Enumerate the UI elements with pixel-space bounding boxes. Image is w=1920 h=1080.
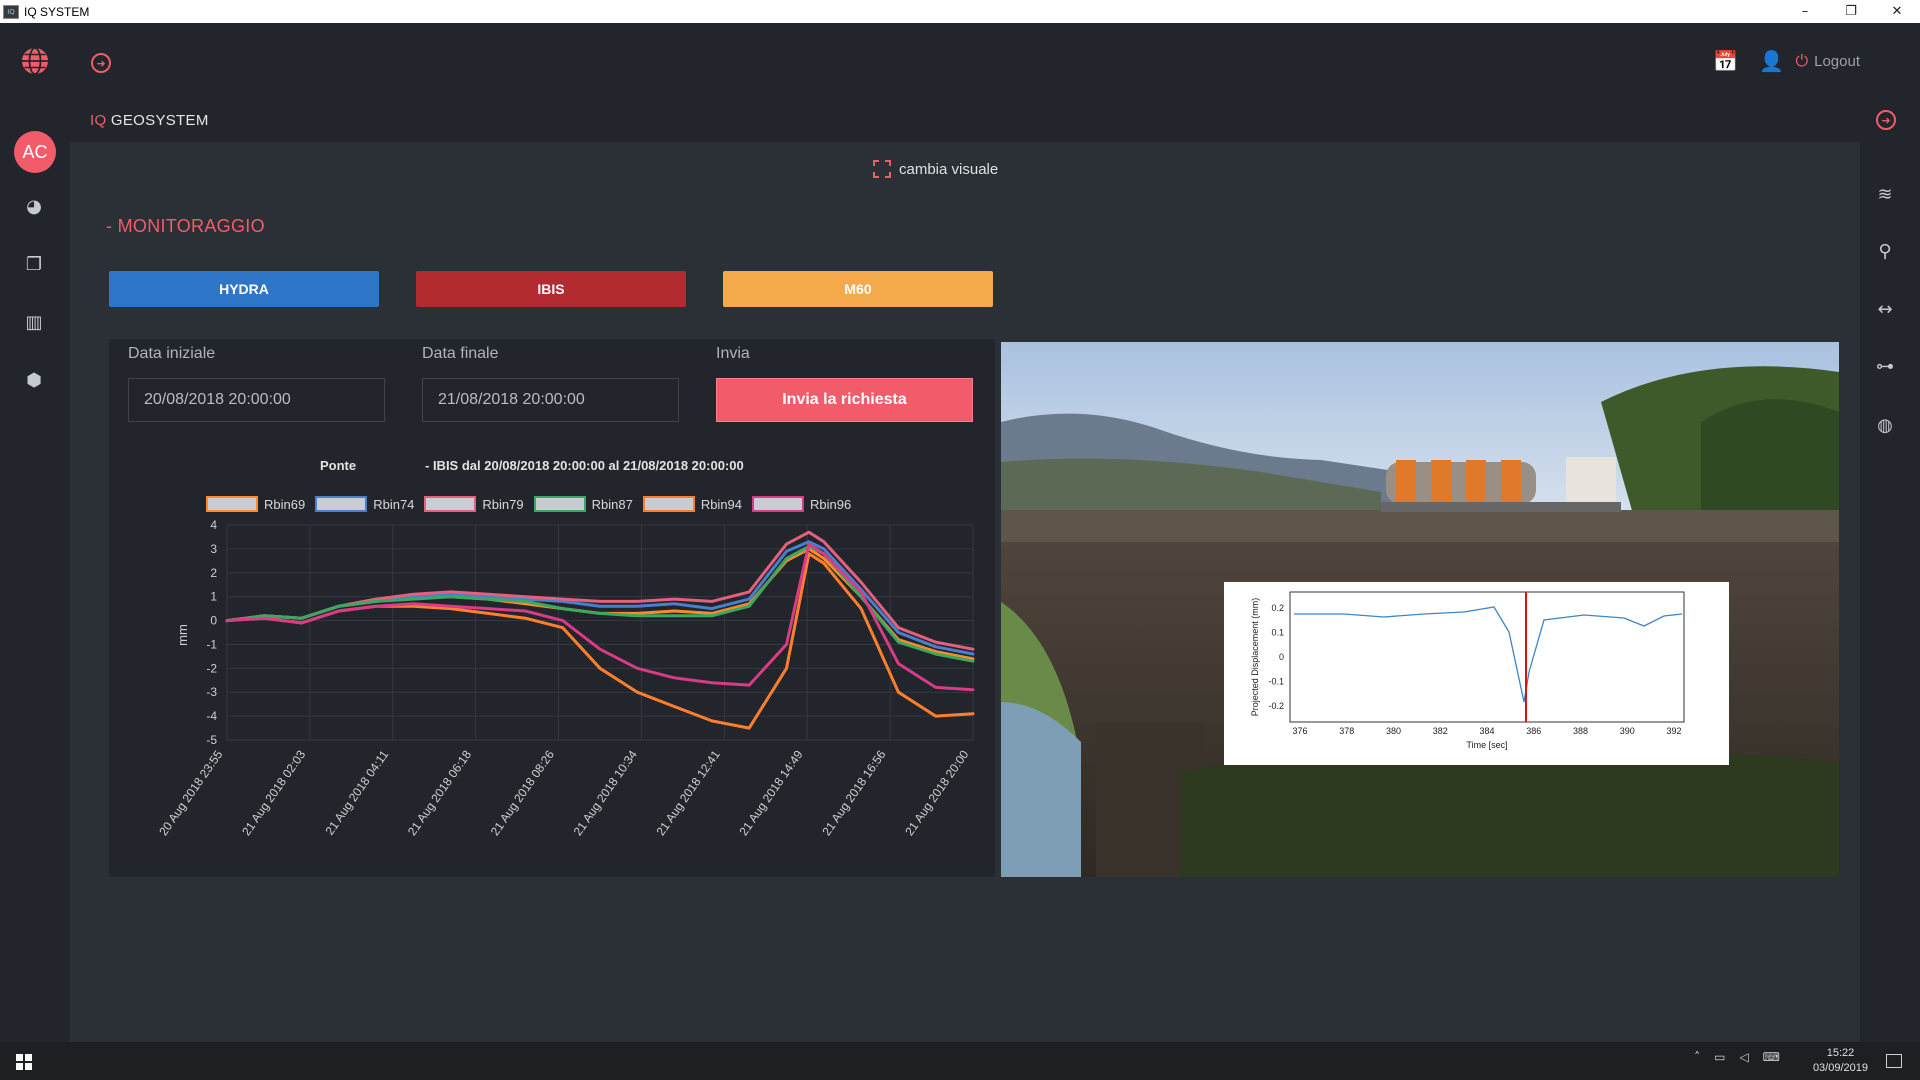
- measure-icon[interactable]: ↔: [1870, 297, 1900, 321]
- close-button[interactable]: ✕: [1874, 0, 1920, 23]
- x-tick-label: 21 Aug 2018 10:34: [571, 747, 640, 838]
- y-tick-label: -5: [206, 733, 217, 747]
- inset-x-tick-label: 384: [1479, 726, 1494, 736]
- chart-title-left: Ponte: [320, 458, 357, 473]
- avatar[interactable]: AC: [14, 131, 56, 173]
- logout-button[interactable]: ⏻ Logout: [1795, 51, 1860, 71]
- send-label: Invia: [716, 345, 750, 362]
- app-icon: IQ: [3, 4, 19, 19]
- user-icon[interactable]: 👤: [1759, 49, 1784, 73]
- expand-panel-icon[interactable]: ➜: [1876, 110, 1896, 130]
- minimize-button[interactable]: –: [1782, 0, 1828, 23]
- logout-label: Logout: [1814, 52, 1860, 70]
- x-tick-label: 21 Aug 2018 14:49: [736, 747, 805, 838]
- dashboard-icon[interactable]: ◕: [20, 194, 48, 218]
- chart-title: - IBIS dal 20/08/2018 20:00:00 al 21/08/…: [425, 458, 744, 473]
- x-tick-label: 21 Aug 2018 16:56: [819, 747, 888, 838]
- end-date-input[interactable]: 21/08/2018 20:00:00: [422, 378, 679, 422]
- m60-button[interactable]: M60: [723, 271, 993, 307]
- expand-icon: [873, 160, 891, 178]
- y-tick-label: -4: [206, 709, 217, 723]
- network-tray-icon[interactable]: ▭: [1714, 1050, 1725, 1064]
- x-tick-label: 21 Aug 2018 02:03: [239, 747, 308, 838]
- globe-layers-icon[interactable]: ◍: [1870, 413, 1900, 437]
- windows-start-icon[interactable]: [16, 1054, 32, 1070]
- y-tick-label: -3: [206, 685, 217, 699]
- brand-title: IQ GEOSYSTEM: [90, 112, 209, 129]
- inset-x-tick-label: 378: [1339, 726, 1354, 736]
- hydra-button[interactable]: HYDRA: [109, 271, 379, 307]
- x-tick-label: 20 Aug 2018 23:55: [156, 747, 225, 838]
- network-icon[interactable]: ⊶: [1870, 354, 1900, 378]
- right-sidebar: [1860, 140, 1920, 1040]
- inset-y-tick-label: -0.1: [1268, 677, 1284, 687]
- x-tick-label: 21 Aug 2018 06:18: [405, 747, 474, 838]
- calendar-icon[interactable]: 📅: [1713, 49, 1738, 73]
- top-bar: ➜ 📅 👤 ⏻ Logout: [0, 23, 1920, 101]
- clock[interactable]: 15:22 03/09/2019: [1813, 1046, 1868, 1076]
- start-date-label: Data iniziale: [128, 345, 216, 362]
- series-line-rbin69: [225, 547, 975, 661]
- view-toggle[interactable]: cambia visuale: [873, 160, 998, 178]
- globe-icon[interactable]: [20, 46, 50, 76]
- y-axis-label: mm: [175, 624, 190, 646]
- section-title: - MONITORAGGIO: [106, 216, 265, 236]
- inset-x-tick-label: 386: [1526, 726, 1541, 736]
- x-tick-label: 21 Aug 2018 20:00: [902, 747, 971, 838]
- inset-x-tick-label: 388: [1573, 726, 1588, 736]
- window-titlebar: IQ IQ SYSTEM – ❐ ✕: [0, 0, 1920, 23]
- restore-button[interactable]: ❐: [1828, 0, 1874, 23]
- documents-icon[interactable]: ❐: [20, 252, 48, 276]
- y-tick-label: -2: [206, 661, 217, 675]
- start-date-input[interactable]: 20/08/2018 20:00:00: [128, 378, 385, 422]
- x-tick-label: 21 Aug 2018 08:26: [488, 747, 557, 838]
- inset-y-tick-label: -0.2: [1268, 701, 1284, 711]
- notification-icon[interactable]: [1886, 1054, 1902, 1068]
- collapse-menu-icon[interactable]: ➜: [91, 53, 111, 73]
- x-tick-label: 21 Aug 2018 12:41: [654, 747, 723, 838]
- window-title: IQ SYSTEM: [24, 4, 90, 19]
- inset-x-axis-label: Time [sec]: [1466, 740, 1507, 750]
- inset-y-tick-label: 0: [1279, 652, 1284, 662]
- cube-icon[interactable]: ⬢: [20, 368, 48, 392]
- inset-x-tick-label: 376: [1292, 726, 1307, 736]
- send-request-button[interactable]: Invia la richiesta: [716, 378, 973, 422]
- inset-x-tick-label: 382: [1433, 726, 1448, 736]
- displacement-chart: 43210-1-2-3-4-520 Aug 2018 23:55 21 Aug 2…: [156, 518, 975, 838]
- inset-x-tick-label: 392: [1666, 726, 1681, 736]
- y-tick-label: 0: [210, 614, 217, 628]
- inset-y-axis-label: Projected Displacement (mm): [1250, 598, 1260, 717]
- inset-x-tick-label: 390: [1620, 726, 1635, 736]
- inset-y-tick-label: 0.1: [1271, 628, 1284, 638]
- y-tick-label: 4: [210, 518, 217, 532]
- volume-icon[interactable]: ◁: [1739, 1050, 1748, 1064]
- ibis-button[interactable]: IBIS: [416, 271, 686, 307]
- y-tick-label: 2: [210, 566, 217, 580]
- taskbar: ˄ ▭ ◁ ⌨ 15:22 03/09/2019: [0, 1042, 1920, 1080]
- y-tick-label: 1: [210, 590, 217, 604]
- layers-icon[interactable]: ≋: [1870, 182, 1900, 206]
- tray-chevron-icon[interactable]: ˄: [1694, 1050, 1700, 1064]
- y-tick-label: -1: [206, 637, 217, 651]
- map-icon[interactable]: ▥: [20, 310, 48, 334]
- view-toggle-label: cambia visuale: [899, 160, 999, 178]
- search-icon[interactable]: ⚲: [1870, 239, 1900, 263]
- inset-y-tick-label: 0.2: [1271, 603, 1284, 613]
- inset-plot-area: [1289, 591, 1685, 723]
- inset-displacement-chart: 376 378 380 382 384 386 388 390 392 0.2 0.1 0 -0.1 -0…: [1224, 582, 1729, 765]
- y-tick-label: 3: [210, 542, 217, 556]
- x-tick-label: 21 Aug 2018 04:11: [322, 747, 391, 837]
- keyboard-icon[interactable]: ⌨: [1763, 1050, 1780, 1064]
- end-date-label: Data finale: [422, 345, 499, 362]
- inset-x-tick-label: 380: [1386, 726, 1401, 736]
- series-line-rbin94: [225, 552, 975, 730]
- power-icon: ⏻: [1795, 51, 1809, 70]
